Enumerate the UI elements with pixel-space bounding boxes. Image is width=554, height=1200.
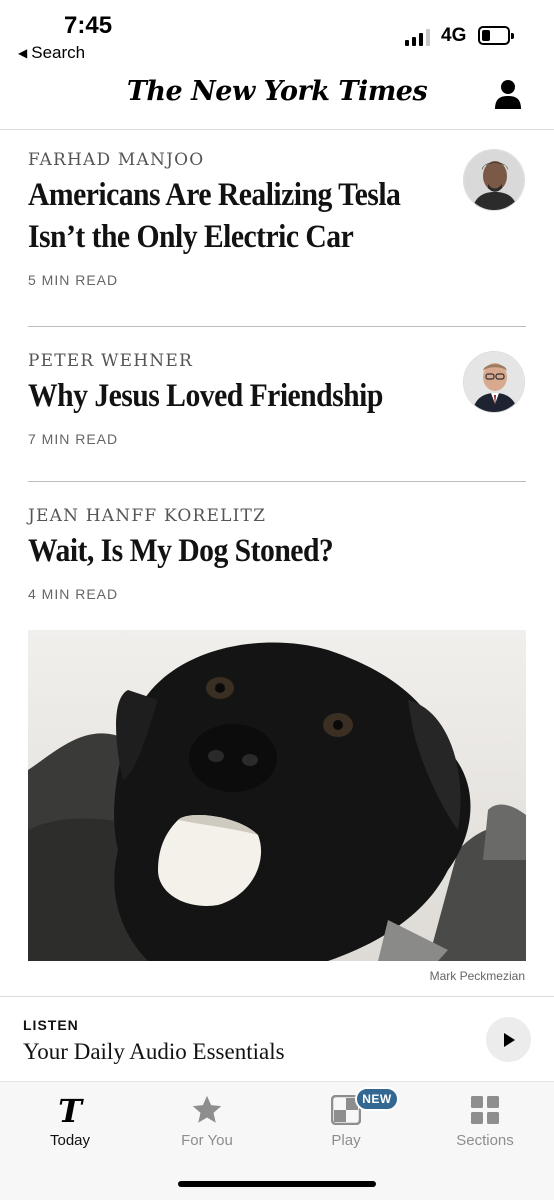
- tab-label: For You: [181, 1132, 233, 1149]
- listen-title[interactable]: Your Daily Audio Essentials: [23, 1039, 285, 1065]
- status-bar: 7:45 ◀ Search 4G: [0, 0, 554, 68]
- article-byline: JEAN HANFF KORELITZ: [28, 506, 267, 526]
- article-card[interactable]: PETER WEHNER Why Jesus Loved Friendship …: [28, 351, 526, 447]
- back-search-label: Search: [31, 43, 86, 62]
- article-read-time: 4 MIN READ: [28, 586, 119, 602]
- article-card[interactable]: FARHAD MANJOO Americans Are Realizing Te…: [28, 150, 526, 288]
- home-indicator[interactable]: [178, 1181, 376, 1187]
- tab-for-you[interactable]: For You: [147, 1092, 267, 1152]
- play-audio-button[interactable]: [486, 1017, 531, 1062]
- network-type: 4G: [441, 25, 467, 46]
- article-byline: FARHAD MANJOO: [28, 150, 205, 170]
- cellular-signal-icon: [405, 28, 430, 46]
- tab-sections[interactable]: Sections: [425, 1092, 545, 1152]
- divider: [28, 326, 526, 327]
- back-arrow-icon: ◀: [18, 46, 28, 60]
- masthead: The New York Times: [0, 68, 554, 130]
- svg-text:T: T: [58, 1092, 84, 1128]
- photo-credit: Mark Peckmezian: [429, 969, 525, 983]
- status-time: 7:45: [64, 12, 113, 39]
- grid-icon: [425, 1092, 545, 1128]
- star-icon: [147, 1092, 267, 1128]
- article-byline: PETER WEHNER: [28, 351, 193, 371]
- author-avatar: [463, 149, 525, 211]
- back-to-search-button[interactable]: ◀ Search: [18, 43, 85, 63]
- author-avatar: [463, 351, 525, 413]
- article-read-time: 5 MIN READ: [28, 272, 119, 288]
- listen-kicker: LISTEN: [23, 1017, 79, 1033]
- article-photo-dog[interactable]: [28, 630, 526, 961]
- tab-label: Play: [331, 1132, 361, 1149]
- play-icon: [503, 1032, 515, 1047]
- listen-module[interactable]: LISTEN Your Daily Audio Essentials: [0, 996, 554, 1082]
- tab-label: Today: [49, 1132, 91, 1149]
- battery-icon: [478, 26, 514, 45]
- tab-label: Sections: [456, 1132, 514, 1149]
- article-headline[interactable]: Wait, Is My Dog Stoned?: [28, 530, 442, 572]
- account-icon[interactable]: [490, 76, 526, 112]
- new-badge: NEW: [355, 1087, 399, 1111]
- divider: [28, 481, 526, 482]
- nyt-logo[interactable]: The New York Times: [0, 76, 554, 107]
- article-read-time: 7 MIN READ: [28, 431, 119, 447]
- article-card[interactable]: JEAN HANFF KORELITZ Wait, Is My Dog Ston…: [28, 506, 526, 602]
- article-headline[interactable]: Americans Are Realizing Tesla Isn’t the …: [28, 174, 442, 258]
- nyt-t-icon: T: [10, 1092, 130, 1128]
- tab-today[interactable]: T Today: [10, 1092, 130, 1152]
- article-headline[interactable]: Why Jesus Loved Friendship: [28, 375, 442, 417]
